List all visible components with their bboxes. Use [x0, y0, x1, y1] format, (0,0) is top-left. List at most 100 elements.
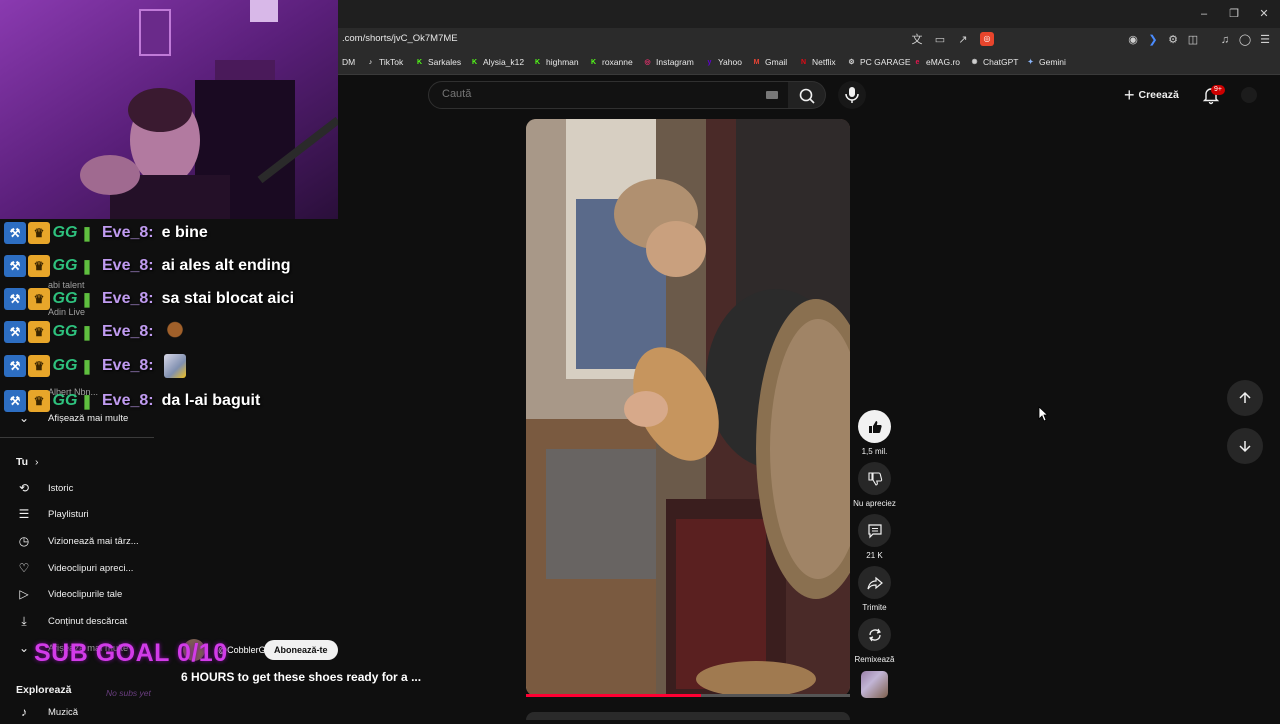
- sidebar-item-label: Muzică: [48, 706, 79, 718]
- bookmark-label: PC GARAGE: [860, 57, 911, 67]
- bookmark-pc-garage[interactable]: ⚙ PC GARAGE: [847, 57, 911, 67]
- kick-icon: K: [534, 58, 541, 66]
- bookmark-highman[interactable]: Khighman: [533, 57, 579, 67]
- bookmark-tiktok[interactable]: ♪ TikTok: [366, 57, 404, 67]
- bookmark-gmail[interactable]: M Gmail: [752, 57, 788, 67]
- next-short-preview[interactable]: [526, 712, 850, 720]
- bookmark-roxanne[interactable]: Kroxanne: [589, 57, 633, 67]
- comments-count: 21 K: [866, 551, 883, 560]
- sidebar-item-playlists[interactable]: ☰ Playlisturi: [16, 502, 89, 526]
- chat-text: sa stai blocat aici: [161, 290, 295, 307]
- bookmark-emag-ro[interactable]: e eMAG.ro: [913, 57, 960, 67]
- liked-videos-icon: ♡: [18, 561, 30, 575]
- bookmark-sarkales[interactable]: K Sarkales: [415, 57, 461, 67]
- search-icon: [799, 88, 815, 104]
- crown-badge-icon: ♛: [28, 255, 50, 277]
- next-short-button[interactable]: [1227, 428, 1263, 464]
- menu-icon[interactable]: ☰: [1257, 32, 1273, 48]
- sidebar-item-liked-videos[interactable]: ♡ Videoclipuri apreci...: [16, 556, 134, 580]
- close-icon[interactable]: ✕: [1256, 6, 1272, 22]
- bookmark-dm[interactable]: DM: [342, 57, 355, 67]
- bookmark-yahoo[interactable]: y Yahoo: [705, 57, 742, 67]
- chat-username[interactable]: Eve_8:: [102, 357, 154, 375]
- bookmark-alysia-k12[interactable]: K Alysia_k12: [470, 57, 524, 67]
- translate-icon[interactable]: 文: [909, 32, 925, 48]
- chat-text: da l-ai baguit: [161, 392, 261, 409]
- account-avatar[interactable]: [1241, 87, 1257, 103]
- chat-username[interactable]: Eve_8:: [102, 290, 154, 308]
- gift-badge-icon: ❚: [81, 357, 93, 374]
- shield-icon[interactable]: ◯: [1237, 32, 1253, 48]
- moderator-badge-icon: ⚒: [4, 222, 26, 244]
- bookmark-label: roxanne: [602, 57, 633, 67]
- minimize-icon[interactable]: –: [1196, 6, 1212, 22]
- watch-later-icon: ◷: [18, 534, 30, 548]
- comment-icon: [867, 523, 882, 538]
- gg-badge-icon: GG: [52, 257, 78, 274]
- subscribe-button[interactable]: Abonează-te: [264, 640, 338, 660]
- sound-thumbnail[interactable]: [861, 671, 888, 698]
- bookmark-label: Alysia_k12: [483, 57, 525, 67]
- create-button[interactable]: + Creează: [1124, 82, 1179, 108]
- previous-short-button[interactable]: [1227, 380, 1263, 416]
- search-input[interactable]: [440, 87, 744, 101]
- thumbs-up-icon: [868, 420, 882, 433]
- search-button[interactable]: [788, 81, 826, 109]
- sidebar-item-downloads[interactable]: ⤓ Conținut descărcat: [16, 609, 127, 633]
- bookmark-label: Sarkales: [428, 57, 462, 67]
- gift-badge-icon: ❚: [81, 224, 93, 241]
- bookmark-netflix[interactable]: N Netflix: [799, 57, 836, 67]
- share-button[interactable]: [858, 566, 891, 599]
- media-icon[interactable]: ♫: [1217, 32, 1233, 48]
- moderator-badge-icon: ⚒: [4, 321, 26, 343]
- bookmark-gemini[interactable]: ✦ Gemini: [1026, 57, 1066, 67]
- monkey-emote: [163, 320, 186, 344]
- wallet-icon[interactable]: ❯: [1145, 32, 1161, 48]
- short-video-player[interactable]: [526, 119, 850, 696]
- crown-badge-icon: ♛: [28, 321, 50, 343]
- remix-button[interactable]: [858, 618, 891, 651]
- bookmark-label: Netflix: [812, 57, 836, 67]
- brave-shield-icon[interactable]: ◎: [980, 32, 994, 46]
- vpn-icon[interactable]: ◉: [1125, 32, 1141, 48]
- bookmark-label: TikTok: [379, 57, 404, 67]
- sidebar-toggle-icon[interactable]: ◫: [1185, 32, 1201, 48]
- voice-search-button[interactable]: [838, 81, 866, 109]
- chat-username[interactable]: Eve_8:: [102, 323, 154, 341]
- create-label: Creează: [1138, 89, 1179, 101]
- keyboard-icon[interactable]: [766, 91, 778, 99]
- url-text[interactable]: .com/shorts/jvC_Ok7M7ME: [342, 33, 458, 44]
- cast-icon[interactable]: ▭: [932, 32, 948, 48]
- moderator-badge-icon: ⚒: [4, 355, 26, 377]
- webcam-image: [0, 0, 338, 219]
- comments-button[interactable]: [858, 514, 891, 547]
- restore-icon[interactable]: ❐: [1226, 6, 1242, 22]
- sidebar-item-label: Playlisturi: [48, 508, 89, 520]
- you-section-header[interactable]: Tu ›: [16, 456, 38, 468]
- sidebar-item-history[interactable]: ⟲ Istoric: [16, 476, 73, 500]
- chat-message: ⚒ ♛ GG ❚ Eve_8: e bine: [4, 219, 208, 247]
- chat-username[interactable]: Eve_8:: [102, 224, 154, 242]
- bookmark-chatgpt[interactable]: ✺ ChatGPT: [970, 57, 1019, 67]
- plus-icon: +: [1124, 84, 1135, 105]
- mic-icon: [845, 87, 859, 103]
- dislike-button[interactable]: [858, 462, 891, 495]
- history-icon: ⟲: [18, 481, 30, 495]
- extensions-icon[interactable]: ⚙: [1165, 32, 1181, 48]
- share-page-icon[interactable]: ↗: [955, 32, 971, 48]
- chat-username[interactable]: Eve_8:: [102, 392, 154, 410]
- sidebar-item-your-videos[interactable]: ▷ Videoclipurile tale: [16, 582, 122, 606]
- sidebar-item-watch-later[interactable]: ◷ Vizionează mai târz...: [16, 529, 139, 553]
- short-title[interactable]: 6 HOURS to get these shoes ready for a .…: [181, 670, 421, 684]
- like-button[interactable]: [858, 410, 891, 443]
- bookmark-instagram[interactable]: ◎ Instagram: [643, 57, 693, 67]
- chat-username[interactable]: Eve_8:: [102, 257, 154, 275]
- sidebar-item-label: Istoric: [48, 482, 74, 494]
- webcam-feed: [0, 0, 338, 219]
- sidebar-item-music[interactable]: ♪ Muzică: [16, 700, 78, 724]
- video-frame: [526, 119, 850, 696]
- music-icon: ♪: [21, 705, 27, 719]
- crown-badge-icon: ♛: [28, 355, 50, 377]
- kick-icon: K: [416, 58, 423, 66]
- arrow-up-icon: [1239, 391, 1251, 403]
